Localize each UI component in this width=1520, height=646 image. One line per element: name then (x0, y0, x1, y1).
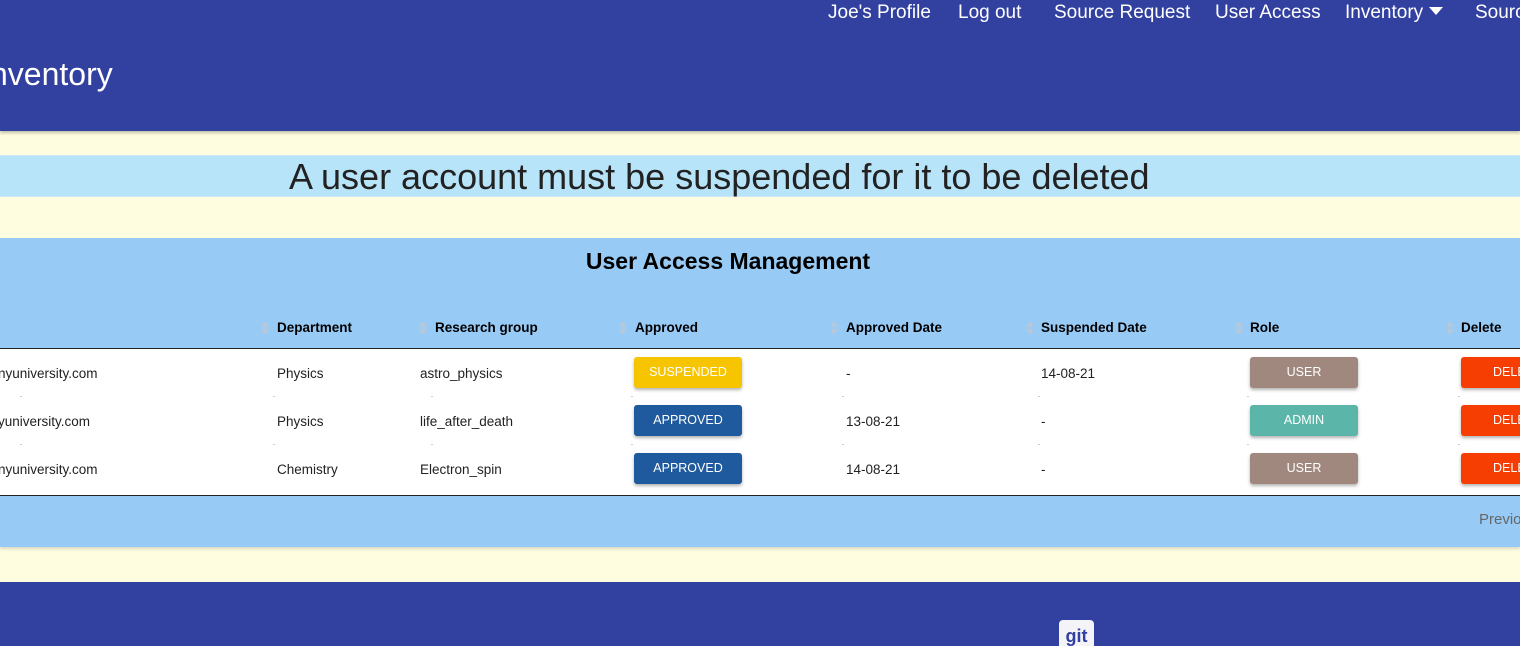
role-button[interactable]: USER (1250, 453, 1358, 484)
research-group-cell: life_after_death (420, 414, 514, 429)
sort-icon-email[interactable] (261, 320, 269, 336)
delete-button[interactable]: DELE (1461, 453, 1520, 484)
role-button[interactable]: USER (1250, 357, 1358, 388)
department-cell: Physics (277, 414, 324, 429)
sort-icon-role[interactable] (1446, 320, 1454, 336)
approved-date-cell: - (846, 366, 851, 381)
nav-link-source[interactable]: Sourc (1475, 1, 1520, 25)
approved-date-cell: 14-08-21 (846, 462, 901, 477)
approved-date-cell: 13-08-21 (846, 414, 901, 429)
sort-icon-approved-date[interactable] (1026, 320, 1034, 336)
app-title: nventory (0, 56, 113, 92)
sort-icon-suspended-date[interactable] (1235, 320, 1243, 336)
column-header-approved: Approved (635, 320, 699, 335)
suspended-date-cell: - (1041, 414, 1046, 429)
table-row: yuniversity.com Physics life_after_death… (0, 397, 1520, 445)
nav-dropdown-inventory-label: Inventory (1345, 2, 1424, 23)
approval-status-button[interactable]: APPROVED (634, 405, 742, 436)
nav-link-user-access[interactable]: User Access (1215, 1, 1321, 25)
table-row: nyuniversity.com Physics astro_physics S… (0, 349, 1520, 397)
column-header-delete: Delete (1461, 320, 1502, 335)
caret-down-icon (1429, 7, 1444, 15)
top-nav: Joe's Profile Log out Source Request Use… (0, 0, 1520, 28)
delete-button[interactable]: DELE (1461, 357, 1520, 388)
department-cell: Physics (277, 366, 324, 381)
notice-banner: A user account must be suspended for it … (0, 155, 1520, 197)
table-row: nyuniversity.com Chemistry Electron_spin… (0, 445, 1520, 493)
nav-link-logout[interactable]: Log out (958, 1, 1021, 25)
user-access-panel: User Access Management Department Resear… (0, 238, 1520, 547)
git-icon[interactable]: git (1059, 620, 1094, 646)
sort-icon-approved[interactable] (830, 320, 838, 336)
approval-status-button[interactable]: APPROVED (634, 453, 742, 484)
research-group-cell: Electron_spin (420, 462, 502, 477)
nav-link-source-request[interactable]: Source Request (1054, 1, 1190, 25)
suspended-date-cell: - (1041, 462, 1046, 477)
email-cell: nyuniversity.com (0, 462, 98, 477)
email-cell: yuniversity.com (0, 414, 91, 429)
nav-dropdown-inventory[interactable]: Inventory (1345, 1, 1444, 25)
sort-icon-research-group[interactable] (619, 320, 627, 336)
email-cell: nyuniversity.com (0, 366, 98, 381)
department-cell: Chemistry (277, 462, 338, 477)
pagination-previous[interactable]: Previo (1479, 511, 1520, 528)
sort-icon-department[interactable] (419, 320, 427, 336)
page: Joe's Profile Log out Source Request Use… (0, 0, 1520, 646)
footer: git (0, 582, 1520, 646)
research-group-cell: astro_physics (420, 366, 503, 381)
panel-title: User Access Management (585, 248, 871, 274)
column-header-department: Department (277, 320, 353, 335)
column-header-research-group: Research group (435, 320, 538, 335)
role-button[interactable]: ADMIN (1250, 405, 1358, 436)
notice-text: A user account must be suspended for it … (289, 156, 1150, 197)
nav-link-profile[interactable]: Joe's Profile (828, 1, 931, 25)
approval-status-button[interactable]: SUSPENDED (634, 357, 742, 388)
column-header-role: Role (1250, 320, 1280, 335)
column-header-suspended-date: Suspended Date (1041, 320, 1147, 335)
delete-button[interactable]: DELE (1461, 405, 1520, 436)
table-body: nyuniversity.com Physics astro_physics S… (0, 348, 1520, 496)
column-header-approved-date: Approved Date (846, 320, 943, 335)
top-header: Joe's Profile Log out Source Request Use… (0, 0, 1520, 131)
suspended-date-cell: 14-08-21 (1041, 366, 1096, 381)
